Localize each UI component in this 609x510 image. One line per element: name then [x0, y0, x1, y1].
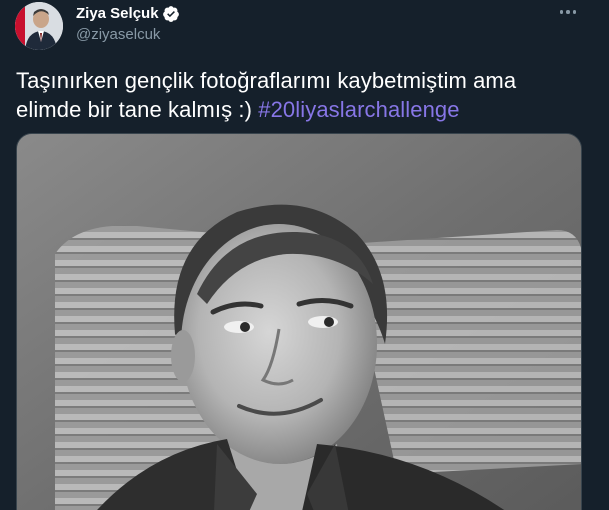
avatar[interactable] — [15, 2, 63, 50]
tweet: Ziya Selçuk @ziyaselcuk Taşınırken gençl… — [0, 0, 609, 510]
more-options-icon[interactable] — [553, 0, 583, 24]
portrait-photo — [17, 134, 581, 510]
verified-badge-icon — [162, 5, 180, 23]
hashtag-link[interactable]: #20liyaslarchallenge — [258, 97, 459, 122]
tweet-text: Taşınırken gençlik fotoğraflarımı kaybet… — [16, 66, 576, 124]
more-dot — [559, 10, 564, 14]
display-name[interactable]: Ziya Selçuk — [76, 4, 159, 24]
tweet-photo[interactable] — [16, 133, 582, 510]
more-dot — [566, 10, 570, 14]
name-row: Ziya Selçuk — [76, 4, 180, 24]
more-dot — [572, 10, 577, 14]
handle[interactable]: @ziyaselcuk — [76, 25, 180, 45]
tweet-header: Ziya Selçuk @ziyaselcuk — [76, 4, 180, 45]
